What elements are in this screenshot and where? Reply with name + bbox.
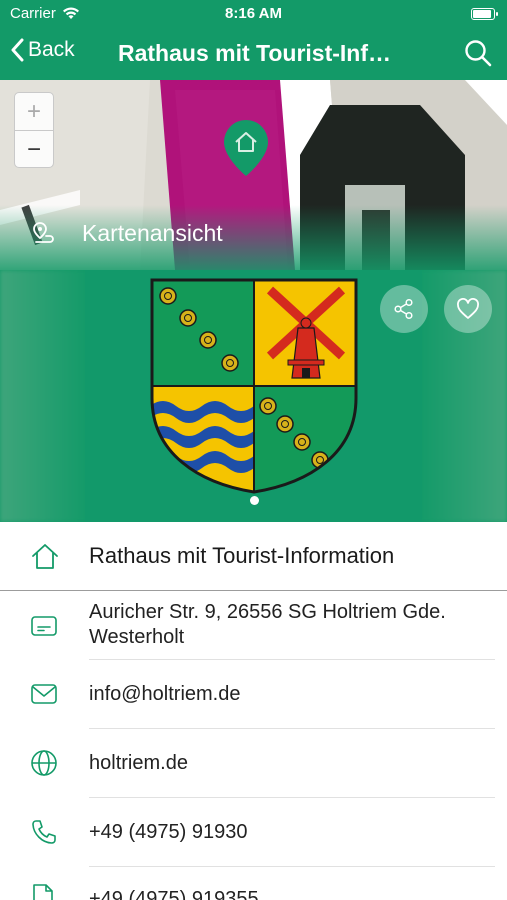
place-title-row: Rathaus mit Tourist-Information (0, 522, 507, 591)
chevron-left-icon (11, 38, 24, 62)
battery-icon (471, 8, 498, 20)
map-pin-home-icon[interactable] (221, 118, 271, 178)
navigation-bar: Back Rathaus mit Tourist-Information (0, 28, 507, 80)
phone-row[interactable]: +49 (4975) 91930 (0, 798, 507, 867)
address-text: Auricher Str. 9, 26556 SG Holtriem Gde. … (89, 600, 446, 650)
address-row[interactable]: Auricher Str. 9, 26556 SG Holtriem Gde. … (0, 591, 507, 660)
fax-number: +49 (4975) 919355 (89, 888, 259, 900)
back-label: Back (28, 38, 75, 61)
search-icon (465, 40, 492, 67)
map-view-link[interactable]: Kartenansicht (32, 220, 223, 247)
details-list: Rathaus mit Tourist-Information Auricher… (0, 522, 507, 900)
map-view-label: Kartenansicht (82, 220, 223, 246)
search-button[interactable] (463, 38, 493, 68)
phone-icon (32, 820, 56, 844)
email-link[interactable]: info@holtriem.de (89, 682, 240, 707)
map-zoom-control: + − (14, 92, 54, 168)
gallery-blur-left (0, 270, 90, 522)
mail-icon (31, 684, 57, 704)
map-preview[interactable]: + − Kartenansicht (0, 80, 507, 270)
address-line2: Westerholt (89, 626, 185, 648)
share-icon (394, 298, 413, 320)
zoom-in-button[interactable]: + (15, 93, 53, 131)
email-row[interactable]: info@holtriem.de (0, 660, 507, 729)
address-card-icon (31, 616, 57, 636)
coat-of-arms-image (150, 278, 358, 494)
page-title: Rathaus mit Tourist-Information (118, 40, 393, 66)
address-line1: Auricher Str. 9, 26556 SG Holtriem Gde. (89, 601, 446, 623)
phone-link[interactable]: +49 (4975) 91930 (89, 820, 247, 845)
status-bar: Carrier 8:16 AM (0, 0, 507, 28)
website-row[interactable]: holtriem.de (0, 729, 507, 798)
globe-icon (31, 750, 57, 776)
place-title: Rathaus mit Tourist-Information (89, 543, 395, 568)
image-gallery[interactable] (0, 270, 507, 522)
home-icon (32, 544, 58, 569)
status-time: 8:16 AM (225, 5, 282, 22)
fax-row[interactable]: +49 (4975) 919355 (0, 867, 507, 900)
website-link[interactable]: holtriem.de (89, 751, 188, 776)
favorite-button[interactable] (444, 285, 492, 333)
zoom-out-button[interactable]: − (15, 131, 53, 169)
header-bar: Carrier 8:16 AM Back Rathaus mit Tourist… (0, 0, 507, 80)
share-button[interactable] (380, 285, 428, 333)
heart-icon (457, 298, 479, 319)
back-button[interactable]: Back (10, 38, 75, 62)
map-pin-route-icon (33, 221, 54, 243)
gallery-page-indicator (250, 496, 259, 505)
document-icon (33, 884, 53, 900)
